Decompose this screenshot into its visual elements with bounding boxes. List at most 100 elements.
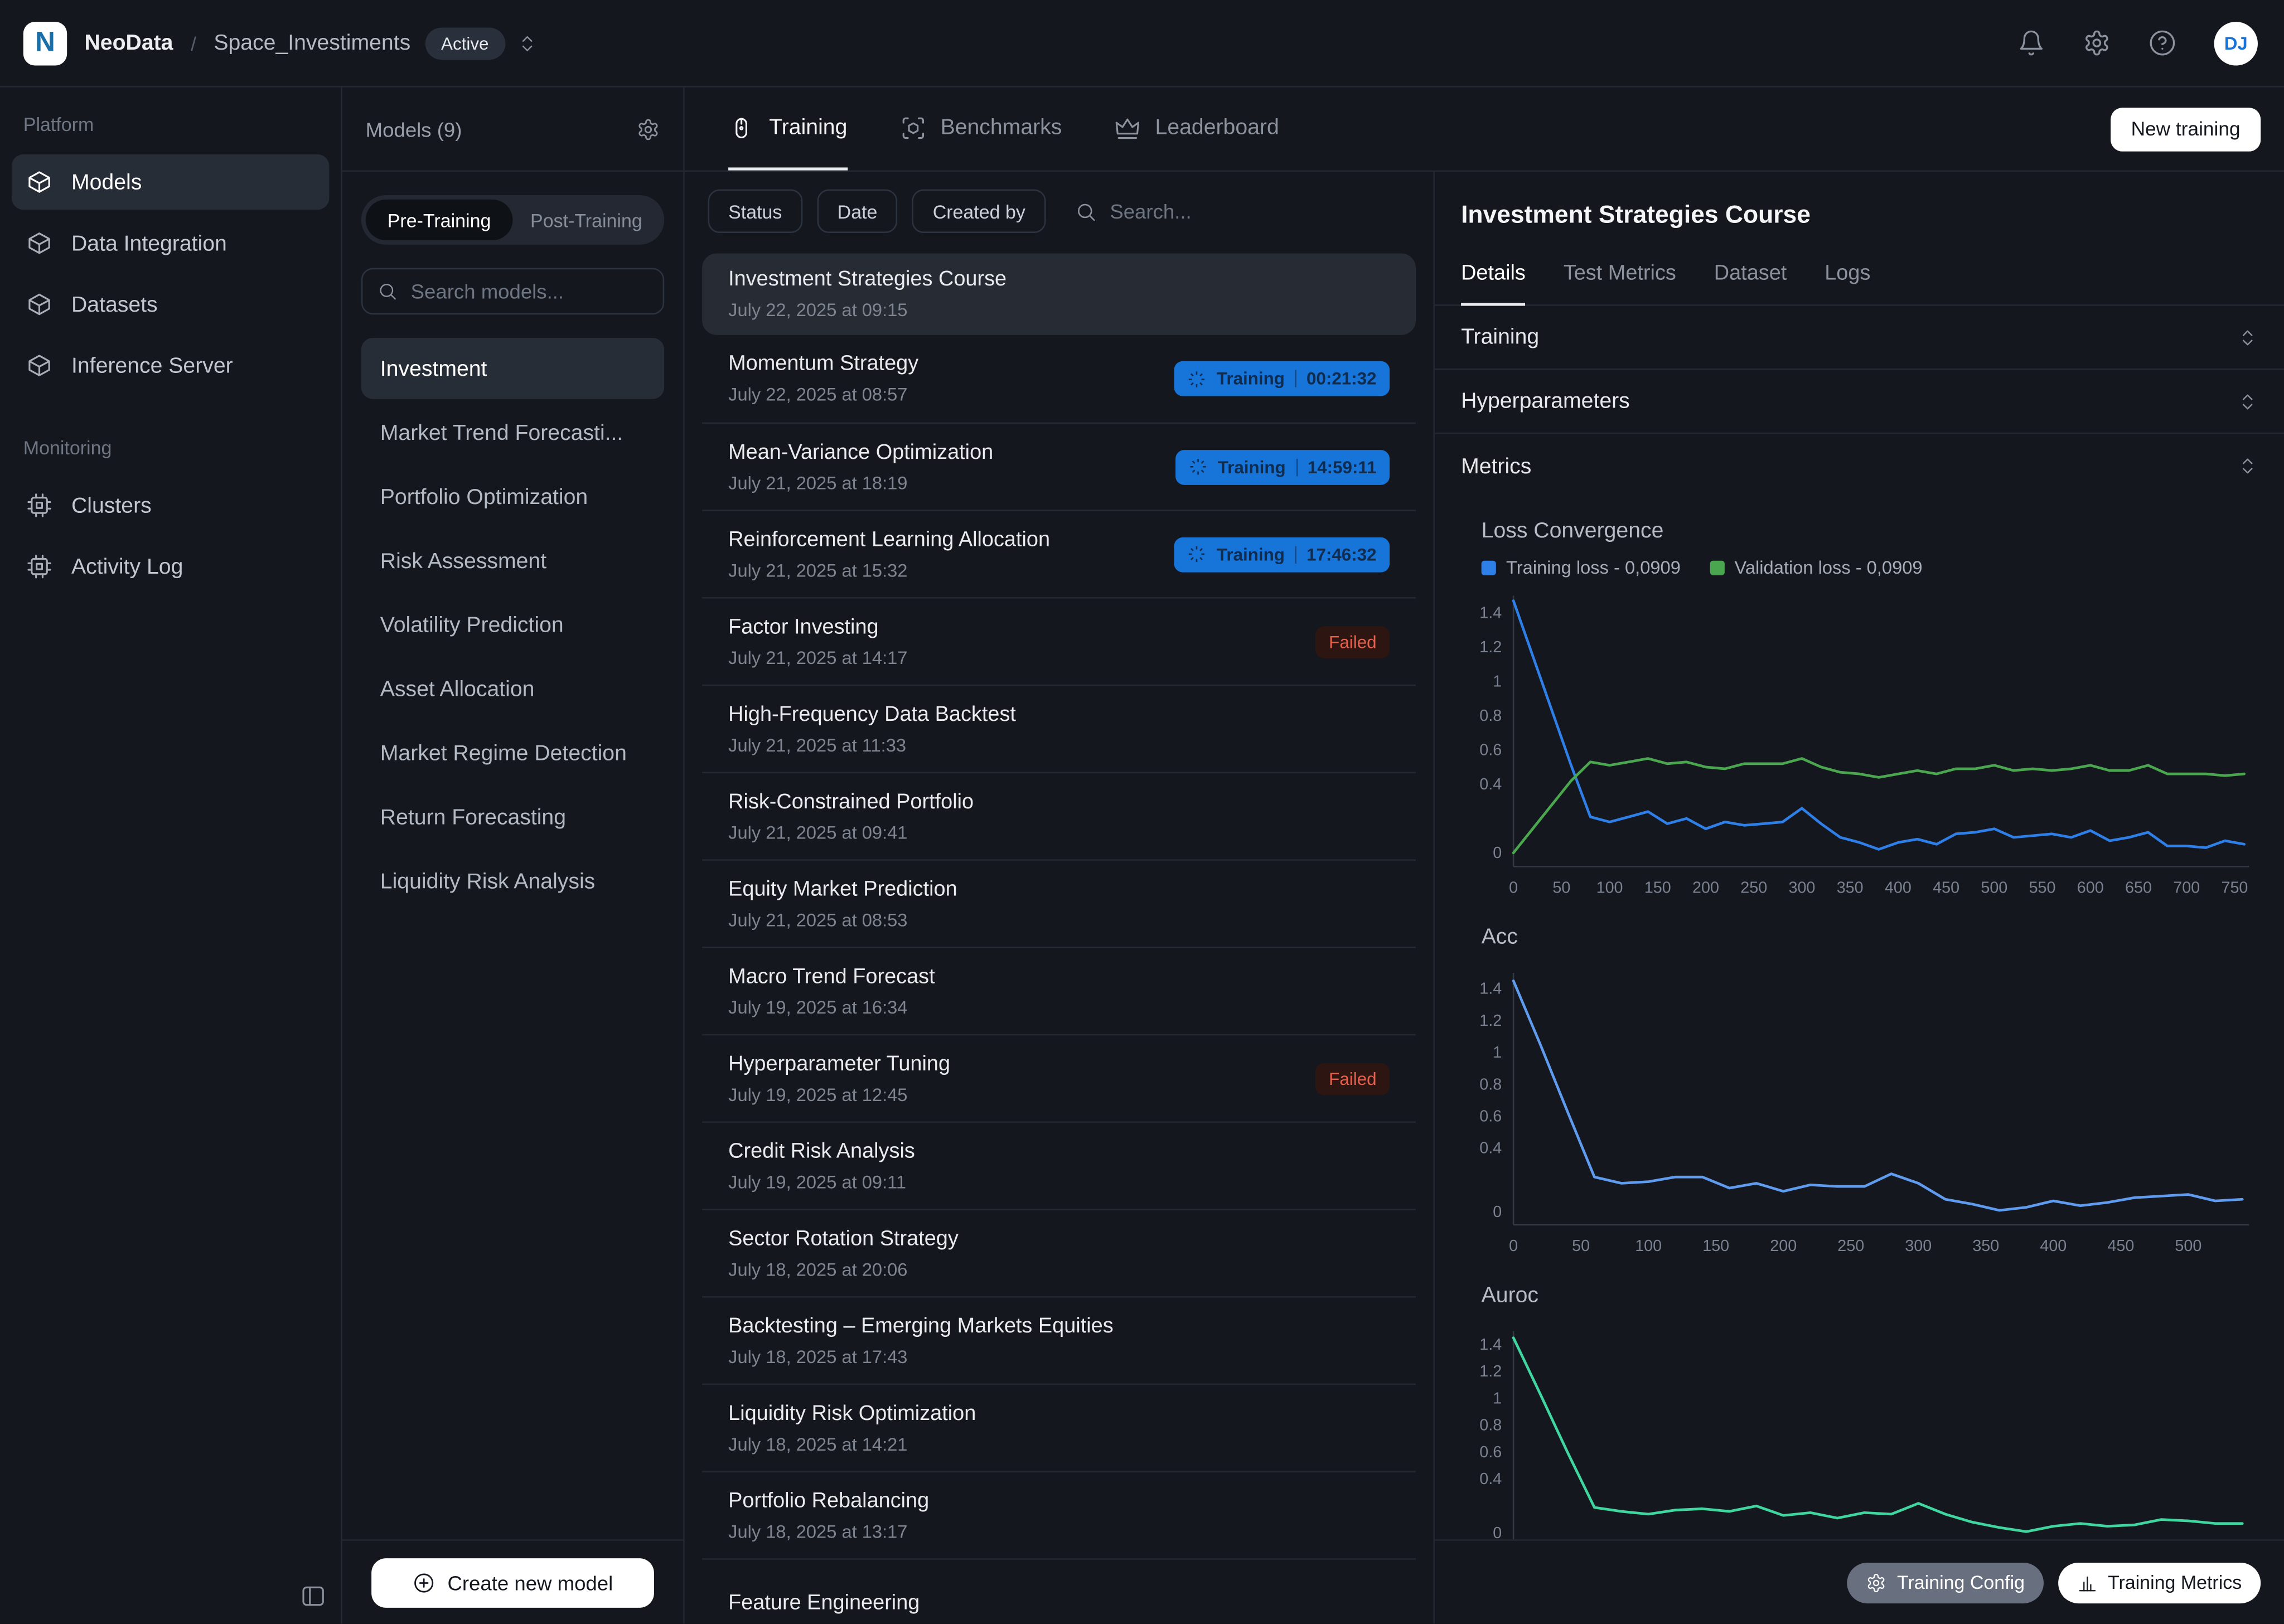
model-list-item[interactable]: Liquidity Risk Analysis [361,851,664,912]
svg-text:200: 200 [1692,879,1719,896]
models-settings-gear-icon[interactable] [637,117,660,140]
training-run-row[interactable]: Momentum Strategy July 22, 2025 at 08:57… [702,335,1416,423]
run-date: July 21, 2025 at 11:33 [728,735,1016,755]
breadcrumb-separator: / [191,31,196,55]
training-run-row[interactable]: Factor Investing July 21, 2025 at 14:17 … [702,597,1416,685]
sidebar-item[interactable]: Activity Log [12,539,329,594]
sidebar-item-label: Inference Server [71,353,233,377]
toggle-segment[interactable]: Pre-Training [366,200,513,240]
sidebar-item[interactable]: Models [12,154,329,210]
details-tab[interactable]: Details [1461,250,1526,306]
run-title: Hyperparameter Tuning [728,1052,950,1075]
svg-text:100: 100 [1635,1237,1662,1255]
filter-pill[interactable]: Created by [912,190,1046,233]
training-run-row[interactable]: Feature Engineering [702,1558,1416,1624]
training-run-row[interactable]: Macro Trend Forecast July 19, 2025 at 16… [702,947,1416,1034]
runs-search-input[interactable]: Search... [1075,200,1192,223]
sidebar-item[interactable]: Datasets [12,277,329,332]
training-run-row[interactable]: Investment Strategies Course July 22, 20… [702,254,1416,335]
new-training-button[interactable]: New training [2111,107,2261,151]
details-tab[interactable]: Test Metrics [1564,250,1676,306]
collapsible-section-row[interactable]: Hyperparameters [1435,370,2284,434]
run-title: Momentum Strategy [728,352,918,376]
sidebar-item-icon [26,352,52,379]
help-icon[interactable] [2148,29,2176,57]
training-metrics-button[interactable]: Training Metrics [2058,1562,2261,1603]
training-run-row[interactable]: Credit Risk Analysis July 19, 2025 at 09… [702,1121,1416,1209]
svg-text:400: 400 [1885,879,1912,896]
filter-pill[interactable]: Status [708,190,802,233]
svg-text:500: 500 [2175,1237,2201,1255]
bell-icon[interactable] [2017,29,2045,57]
failed-status-badge: Failed [1316,626,1390,657]
project-switcher-chevrons-icon[interactable] [516,33,537,54]
training-run-row[interactable]: Portfolio Rebalancing July 18, 2025 at 1… [702,1471,1416,1558]
run-details-panel: Investment Strategies Course Details Tes… [1435,172,2284,1623]
training-run-row[interactable]: Mean-Variance Optimization July 21, 2025… [702,423,1416,510]
model-list-item[interactable]: Risk Assessment [361,530,664,592]
training-run-row[interactable]: High-Frequency Data Backtest July 21, 20… [702,685,1416,772]
section-label: Hyperparameters [1461,389,1630,413]
training-run-row[interactable]: Risk-Constrained Portfolio July 21, 2025… [702,772,1416,859]
run-title: High-Frequency Data Backtest [728,702,1016,726]
model-list-item[interactable]: Market Trend Forecasti... [361,402,664,463]
sidebar-item-label: Models [71,169,142,194]
collapsible-section-row[interactable]: Metrics [1435,434,2284,498]
collapsible-section-row[interactable]: Training [1435,306,2284,370]
tab-benchmarks[interactable]: Benchmarks [899,88,1062,171]
training-run-row[interactable]: Hyperparameter Tuning July 19, 2025 at 1… [702,1034,1416,1122]
details-tab[interactable]: Logs [1825,250,1870,306]
model-list-item[interactable]: Volatility Prediction [361,594,664,656]
model-list-item[interactable]: Return Forecasting [361,787,664,848]
svg-text:250: 250 [1837,1237,1864,1255]
top-bar: N NeoData / Space_Investiments Active DJ [0,0,2284,88]
model-list-item[interactable]: Market Regime Detection [361,723,664,784]
section-label: Metrics [1461,454,1531,478]
svg-text:0: 0 [1493,1524,1502,1539]
expand-chevrons-icon [2237,456,2258,477]
breadcrumb-project[interactable]: Space_Investiments [214,31,410,55]
avatar[interactable]: DJ [2214,21,2258,65]
runs-tab-bar: Training Benchmarks Leaderboard New trai… [685,88,2284,172]
sidebar-item[interactable]: Data Integration [12,216,329,271]
training-run-row[interactable]: Backtesting – Emerging Markets Equities … [702,1296,1416,1384]
training-run-row[interactable]: Equity Market Prediction July 21, 2025 a… [702,859,1416,947]
sidebar-platform-list: Models Data Integration Datasets [0,154,341,393]
collapse-sidebar-icon[interactable] [300,1583,326,1610]
gear-icon[interactable] [2083,29,2111,57]
runs-search-placeholder: Search... [1110,200,1191,223]
models-search-placeholder: Search models... [411,280,564,303]
neodata-logo-icon[interactable]: N [23,21,67,65]
sidebar-item[interactable]: Inference Server [12,338,329,393]
svg-text:1.4: 1.4 [1479,604,1502,622]
tab-training[interactable]: Training [728,88,847,171]
model-list-item[interactable]: Portfolio Optimization [361,466,664,527]
run-title: Feature Engineering [728,1591,920,1615]
sidebar-monitoring-label: Monitoring [0,437,341,459]
model-list-item[interactable]: Investment [361,338,664,399]
toggle-segment[interactable]: Post-Training [513,200,660,240]
status-badge: Active [425,27,505,59]
expand-chevrons-icon [2237,327,2258,347]
training-loss-swatch [1482,561,1496,575]
svg-text:650: 650 [2125,879,2152,896]
training-run-row[interactable]: Reinforcement Learning Allocation July 2… [702,510,1416,597]
sidebar-item[interactable]: Clusters [12,478,329,533]
sidebar: Platform Models Data Integration [0,88,342,1624]
run-title: Liquidity Risk Optimization [728,1402,976,1425]
training-mode-toggle: Pre-Training Post-Training [361,195,664,245]
filter-pill[interactable]: Date [817,190,898,233]
model-list-item[interactable]: Asset Allocation [361,658,664,720]
create-new-model-button[interactable]: Create new model [371,1558,654,1607]
training-config-button[interactable]: Training Config [1847,1562,2044,1603]
training-run-row[interactable]: Sector Rotation Strategy July 18, 2025 a… [702,1209,1416,1296]
run-title: Factor Investing [728,615,907,639]
run-title: Investment Strategies Course [728,268,1006,292]
run-date: July 18, 2025 at 13:17 [728,1521,929,1541]
benchmarks-tab-icon [899,114,926,140]
training-status-badge: Training 17:46:32 [1174,537,1390,572]
training-run-row[interactable]: Liquidity Risk Optimization July 18, 202… [702,1384,1416,1471]
details-tab[interactable]: Dataset [1714,250,1787,306]
tab-leaderboard[interactable]: Leaderboard [1114,88,1279,171]
models-search-input[interactable]: Search models... [361,268,664,315]
